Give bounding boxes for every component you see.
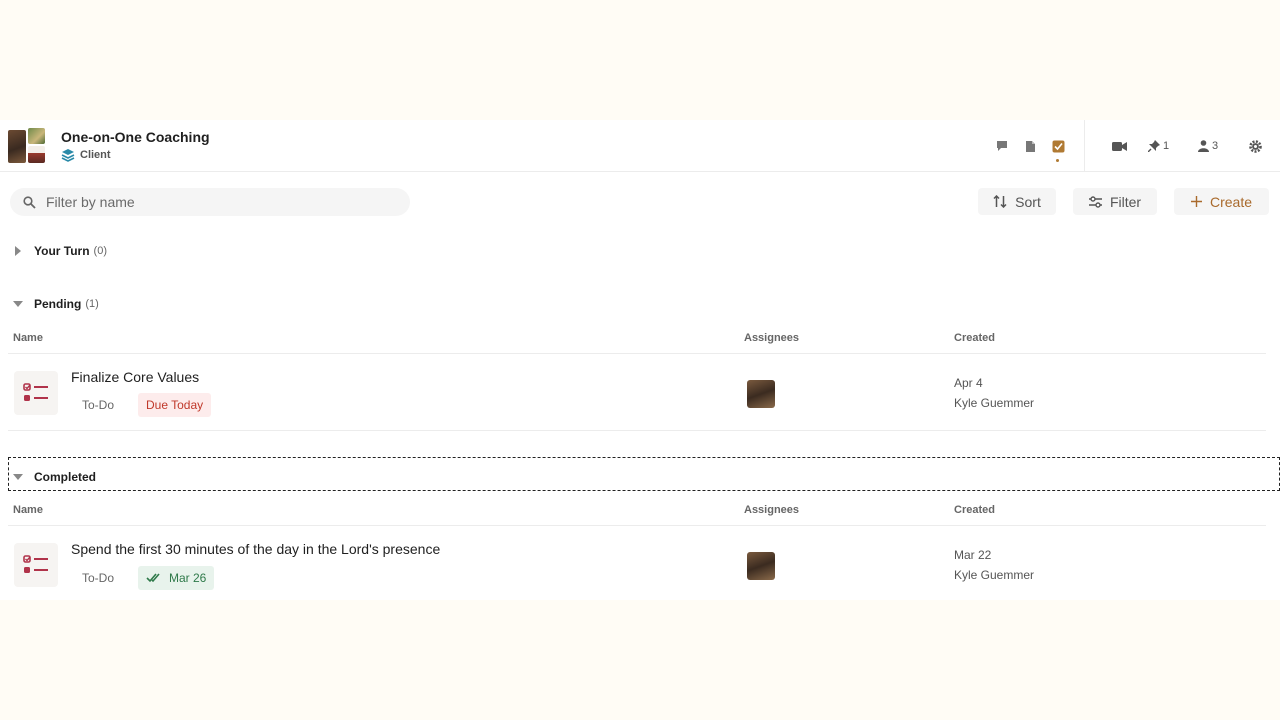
file-icon[interactable]	[1022, 134, 1038, 158]
task-type-badge: To-Do	[82, 571, 115, 585]
pin-icon	[1148, 140, 1160, 152]
caret-down-icon	[10, 473, 26, 481]
workspace-type-label: Client	[80, 149, 111, 161]
column-header-created[interactable]: Created	[954, 332, 995, 344]
search-icon	[23, 195, 36, 209]
create-label: Create	[1209, 193, 1253, 210]
gear-icon[interactable]	[1246, 134, 1264, 158]
completed-date: Mar 26	[169, 571, 207, 585]
completed-date-badge: Mar 26	[138, 566, 215, 590]
column-header-assignees[interactable]: Assignees	[744, 332, 799, 344]
search-bar[interactable]	[10, 188, 410, 216]
task-type-badge: To-Do	[82, 398, 115, 412]
avatar	[28, 146, 45, 163]
search-input[interactable]	[46, 194, 386, 210]
column-header-name[interactable]: Name	[13, 504, 43, 516]
avatar	[8, 130, 26, 163]
plus-icon	[1190, 196, 1202, 207]
filter-icon	[1088, 195, 1102, 208]
group-avatars[interactable]	[8, 128, 46, 164]
group-completed[interactable]: Completed	[10, 470, 96, 484]
page-title: One-on-One Coaching	[61, 129, 210, 145]
channel-header: One-on-One Coaching Client 1 3	[0, 120, 1280, 172]
row-divider	[8, 353, 1266, 354]
sort-icon	[993, 195, 1007, 208]
video-icon[interactable]	[1110, 134, 1128, 158]
filter-label: Filter	[1109, 193, 1142, 210]
workspace-panel: One-on-One Coaching Client 1 3 Filter by…	[0, 120, 1280, 600]
task-name[interactable]: Finalize Core Values	[71, 369, 199, 385]
create-button[interactable]: Create	[1174, 188, 1269, 215]
members-button[interactable]: 3	[1198, 134, 1218, 158]
workspace-type: Client	[61, 148, 111, 162]
todo-icon	[14, 543, 58, 587]
assignee-avatar[interactable]	[747, 380, 775, 408]
todo-icon	[14, 371, 58, 415]
tasks-icon[interactable]	[1050, 134, 1066, 158]
pins-count: 1	[1163, 140, 1170, 152]
avatar	[28, 128, 45, 144]
group-count: (0)	[93, 245, 107, 257]
header-divider	[1084, 120, 1085, 172]
caret-down-icon	[10, 300, 26, 308]
active-view-indicator	[1056, 159, 1059, 162]
column-header-name[interactable]: Name	[13, 332, 43, 344]
group-label: Pending	[34, 297, 82, 311]
column-header-assignees[interactable]: Assignees	[744, 504, 799, 516]
group-pending[interactable]: Pending (1)	[10, 297, 99, 311]
assignee-avatar[interactable]	[747, 552, 775, 580]
chat-icon[interactable]	[994, 134, 1010, 158]
caret-right-icon	[10, 246, 26, 256]
created-by: Kyle Guemmer	[954, 396, 1035, 410]
created-by: Kyle Guemmer	[954, 568, 1035, 582]
created-date: Mar 22	[954, 548, 992, 562]
task-name[interactable]: Spend the first 30 minutes of the day in…	[71, 541, 440, 557]
filter-button[interactable]: Filter	[1073, 188, 1157, 215]
stack-icon	[61, 149, 75, 162]
group-your-turn[interactable]: Your Turn (0)	[10, 244, 107, 258]
due-status-badge: Due Today	[138, 393, 212, 417]
column-header-created[interactable]: Created	[954, 504, 995, 516]
group-label: Completed	[34, 470, 97, 484]
sort-button[interactable]: Sort	[978, 188, 1056, 215]
completed-group-focus-outline	[8, 457, 1280, 491]
row-divider	[8, 430, 1266, 431]
row-divider	[8, 525, 1266, 526]
group-label: Your Turn	[34, 244, 90, 258]
created-date: Apr 4	[954, 376, 983, 390]
person-icon	[1198, 140, 1209, 152]
double-check-icon	[146, 573, 160, 583]
pins-button[interactable]: 1	[1148, 134, 1169, 158]
group-count: (1)	[85, 298, 99, 310]
members-count: 3	[1212, 140, 1219, 152]
sort-label: Sort	[1015, 193, 1041, 210]
